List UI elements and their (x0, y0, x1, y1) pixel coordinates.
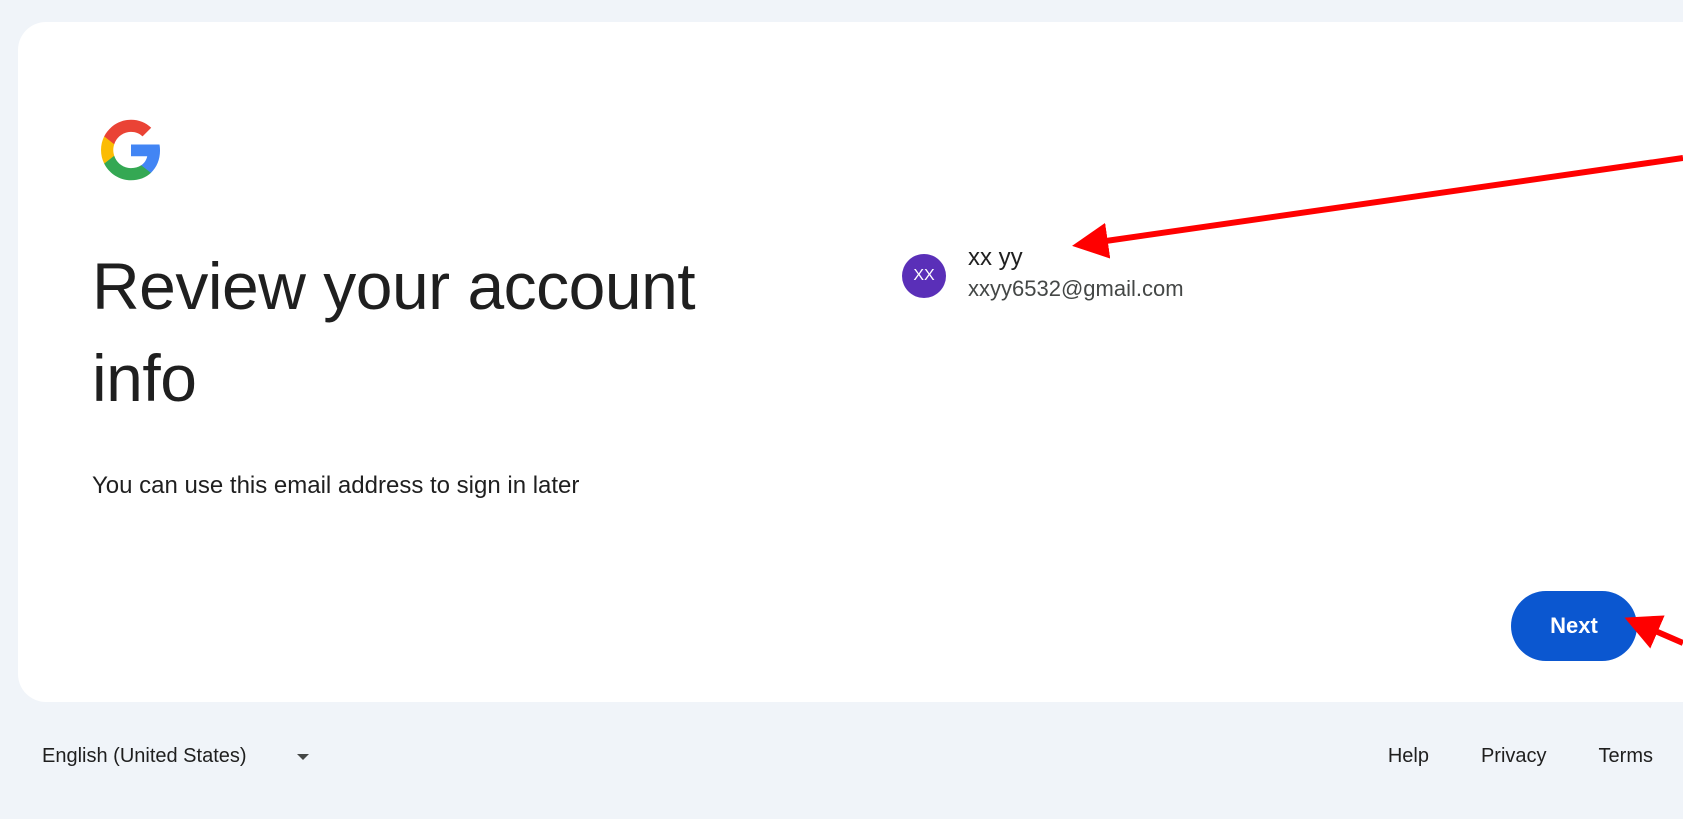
page-subtitle: You can use this email address to sign i… (92, 472, 580, 499)
footer-links: Help Privacy Terms (1336, 745, 1653, 768)
account-chip: XX xx yy xxyy6532@gmail.com (902, 244, 1184, 304)
google-logo-icon (101, 119, 161, 181)
page-title: Review your account info (92, 249, 696, 415)
account-details: xx yy xxyy6532@gmail.com (968, 244, 1184, 304)
language-label: English (United States) (42, 745, 247, 767)
account-email: xxyy6532@gmail.com (968, 276, 1184, 301)
terms-link[interactable]: Terms (1599, 745, 1653, 768)
footer: English (United States) Help Privacy Ter… (0, 735, 1683, 785)
account-name: xx yy (968, 244, 1023, 271)
page: Review your account info You can use thi… (0, 0, 1683, 819)
next-button[interactable]: Next (1511, 591, 1637, 661)
caret-down-icon (296, 753, 309, 760)
avatar: XX (902, 254, 946, 298)
language-selector[interactable]: English (United States) (42, 745, 309, 768)
help-link[interactable]: Help (1388, 745, 1429, 768)
signin-card: Review your account info You can use thi… (18, 22, 1683, 702)
privacy-link[interactable]: Privacy (1481, 745, 1547, 768)
